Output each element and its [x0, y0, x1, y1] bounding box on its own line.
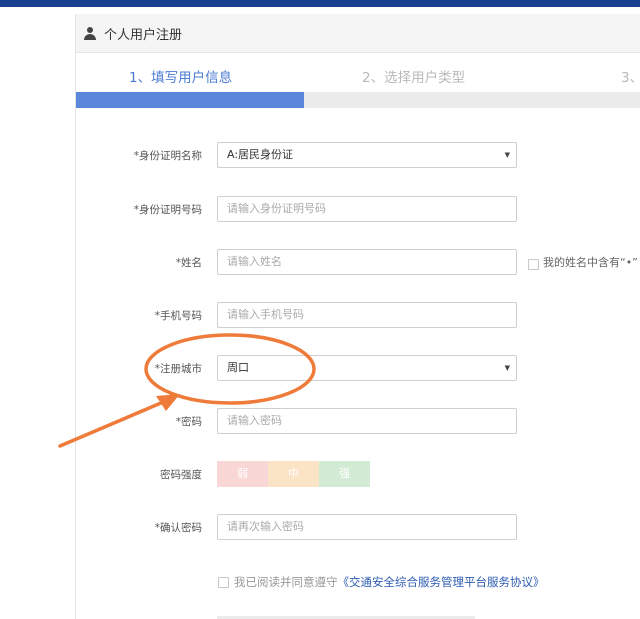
name-dot-checkbox-label: 我的姓名中含有“•”	[543, 256, 638, 269]
strength-strong: 强	[319, 461, 370, 487]
step-indicator: 1、填写用户信息 2、选择用户类型 3、	[76, 66, 640, 90]
name-dot-checkbox[interactable]	[528, 259, 539, 270]
id-type-value: A:居民身份证	[227, 148, 294, 161]
id-type-select[interactable]: A:居民身份证 ▼	[217, 142, 517, 168]
user-icon	[84, 26, 96, 40]
panel-title: 个人用户注册	[104, 27, 183, 43]
step-progress-bar	[76, 92, 640, 108]
agreement-link[interactable]: 《交通安全综合服务管理平台服务协议》	[338, 575, 545, 589]
password-input[interactable]: 请输入密码	[217, 408, 517, 434]
name-label: *姓名	[175, 257, 202, 269]
top-banner	[0, 0, 640, 7]
password-strength-row: 密码强度 弱 中 强	[76, 461, 640, 489]
strength-medium: 中	[268, 461, 319, 487]
password-strength-meter: 弱 中 强	[217, 461, 370, 487]
chevron-down-icon: ▼	[504, 364, 510, 372]
confirm-password-row: *确认密码 请再次输入密码	[76, 514, 640, 542]
id-type-label: *身份证明名称	[133, 150, 202, 162]
panel-header: 个人用户注册	[76, 14, 640, 53]
city-value: 周口	[227, 361, 249, 374]
password-strength-label: 密码强度	[160, 469, 202, 481]
city-row: *注册城市 周口 ▼	[76, 355, 640, 383]
step-2-label: 2、选择用户类型	[362, 70, 466, 86]
chevron-down-icon: ▼	[504, 151, 510, 159]
name-row: *姓名 请输入姓名 我的姓名中含有“•”	[76, 249, 640, 277]
password-row: *密码 请输入密码	[76, 408, 640, 436]
id-number-row: *身份证明号码 请输入身份证明号码	[76, 196, 640, 224]
step-3-label: 3、	[621, 70, 640, 86]
confirm-password-input[interactable]: 请再次输入密码	[217, 514, 517, 540]
step-progress-fill	[76, 92, 305, 108]
id-number-input[interactable]: 请输入身份证明号码	[217, 196, 517, 222]
agreement-text: 我已阅读并同意遵守《交通安全综合服务管理平台服务协议》	[234, 572, 545, 592]
name-input[interactable]: 请输入姓名	[217, 249, 517, 275]
password-label: *密码	[175, 416, 202, 428]
city-label: *注册城市	[154, 363, 202, 375]
agreement-checkbox[interactable]	[218, 577, 229, 588]
phone-row: *手机号码 请输入手机号码	[76, 302, 640, 330]
confirm-password-label: *确认密码	[154, 522, 202, 534]
agreement-row: 我已阅读并同意遵守《交通安全综合服务管理平台服务协议》	[76, 572, 640, 592]
city-select[interactable]: 周口 ▼	[217, 355, 517, 381]
phone-input[interactable]: 请输入手机号码	[217, 302, 517, 328]
id-type-row: *身份证明名称 A:居民身份证 ▼	[76, 142, 640, 170]
phone-label: *手机号码	[154, 310, 202, 322]
step-1-label: 1、填写用户信息	[129, 70, 233, 86]
strength-weak: 弱	[217, 461, 268, 487]
id-number-label: *身份证明号码	[133, 204, 202, 216]
agreement-label: 我已阅读并同意遵守	[234, 575, 338, 589]
